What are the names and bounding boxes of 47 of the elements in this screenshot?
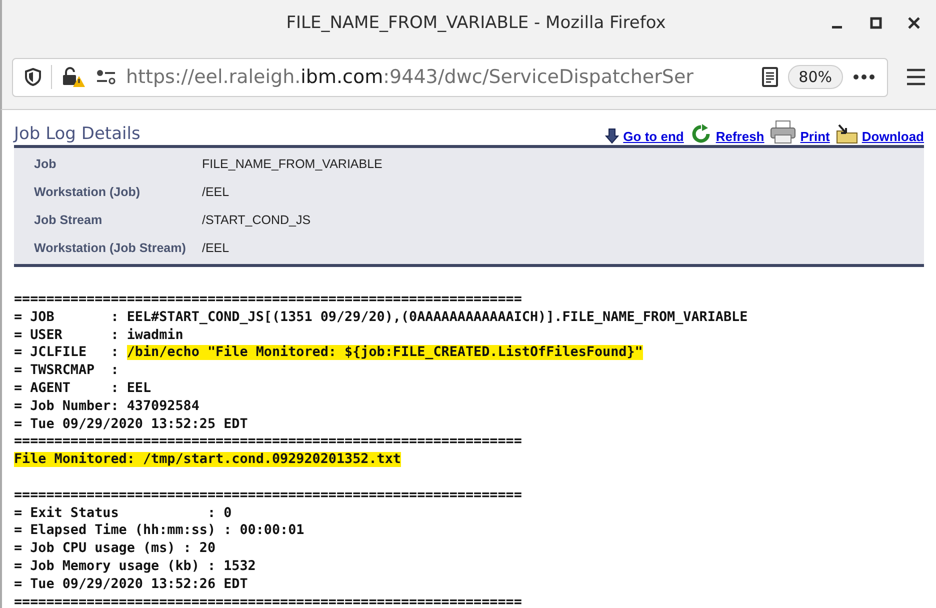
- detail-value: /START_COND_JS: [202, 212, 312, 229]
- reader-view-icon[interactable]: [762, 67, 778, 87]
- zoom-level[interactable]: 80%: [788, 65, 843, 89]
- page-title: Job Log Details: [14, 124, 140, 144]
- down-arrow-icon[interactable]: [605, 128, 620, 144]
- detail-label: Workstation (Job Stream): [34, 240, 187, 257]
- log-line: = Tue 09/29/2020 13:52:26 EDT: [14, 576, 248, 592]
- printer-icon[interactable]: [770, 120, 796, 144]
- action-link[interactable]: Go to end: [623, 129, 684, 144]
- log-line: ===============================================================: [14, 488, 522, 503]
- detail-label: Job Stream: [34, 212, 104, 229]
- close-icon[interactable]: [908, 16, 920, 28]
- log-line: = TWSRCMAP :: [14, 363, 119, 378]
- log-line: = AGENT : EEL: [14, 380, 152, 396]
- warning-lock-icon[interactable]: [62, 66, 86, 88]
- refresh-icon[interactable]: [690, 124, 712, 144]
- log-line: = USER : iwadmin: [14, 328, 184, 343]
- log-line: = JCLFILE :: [14, 345, 120, 360]
- url-field[interactable]: https://eel.raleigh.ibm.com:9443/dwc/ServiceDispatcherSer 80%: [12, 58, 888, 96]
- log-line: = Tue 09/29/2020 13:52:25 EDT: [14, 416, 248, 432]
- detail-value: /EEL: [202, 184, 230, 201]
- log-line: = Job Memory usage (kb) : 1532: [14, 558, 256, 574]
- log-line: = Job CPU usage (ms) : 20: [14, 541, 216, 556]
- detail-value: FILE_NAME_FROM_VARIABLE: [202, 156, 384, 173]
- log-line: = Elapsed Time (hh:mm:ss) : 00:00:01: [14, 523, 304, 538]
- url-text: https://eel.raleigh.ibm.com:9443/dwc/ServiceDispatcherSer: [126, 66, 694, 88]
- log-line: = Exit Status : 0: [14, 506, 232, 521]
- maximize-icon[interactable]: [870, 16, 882, 28]
- more-icon[interactable]: [853, 74, 875, 80]
- action-link[interactable]: Print: [800, 129, 830, 144]
- window-title: FILE_NAME_FROM_VARIABLE - Mozilla Firefox: [285, 12, 667, 32]
- log-line: ===============================================================: [14, 292, 522, 307]
- log-line: ===============================================================: [14, 434, 522, 450]
- menu-icon[interactable]: [906, 68, 926, 86]
- folder-download-icon[interactable]: [836, 124, 858, 144]
- detail-label: Job: [34, 156, 58, 173]
- permissions-icon[interactable]: [96, 69, 116, 85]
- highlighted-log-text: File Monitored: /tmp/start.cond.092920201352.txt: [14, 452, 401, 468]
- highlighted-log-text: /bin/echo "File Monitored: ${job:FILE_CREATED.ListOfFilesFound}": [126, 345, 643, 360]
- log-line: = Job Number: 437092584: [14, 398, 200, 414]
- detail-value: /EEL: [202, 240, 230, 257]
- shield-icon[interactable]: [25, 68, 41, 86]
- detail-label: Workstation (Job): [34, 184, 142, 201]
- action-link[interactable]: Download: [862, 129, 924, 144]
- action-link[interactable]: Refresh: [716, 129, 764, 144]
- log-line: ===============================================================: [14, 594, 522, 608]
- log-line: = JOB : EEL#START_COND_JS[(1351 09/29/20),(0AAAAAAAAAAAAICH)].FILE_NAME_FROM_VARIABLE: [14, 310, 748, 325]
